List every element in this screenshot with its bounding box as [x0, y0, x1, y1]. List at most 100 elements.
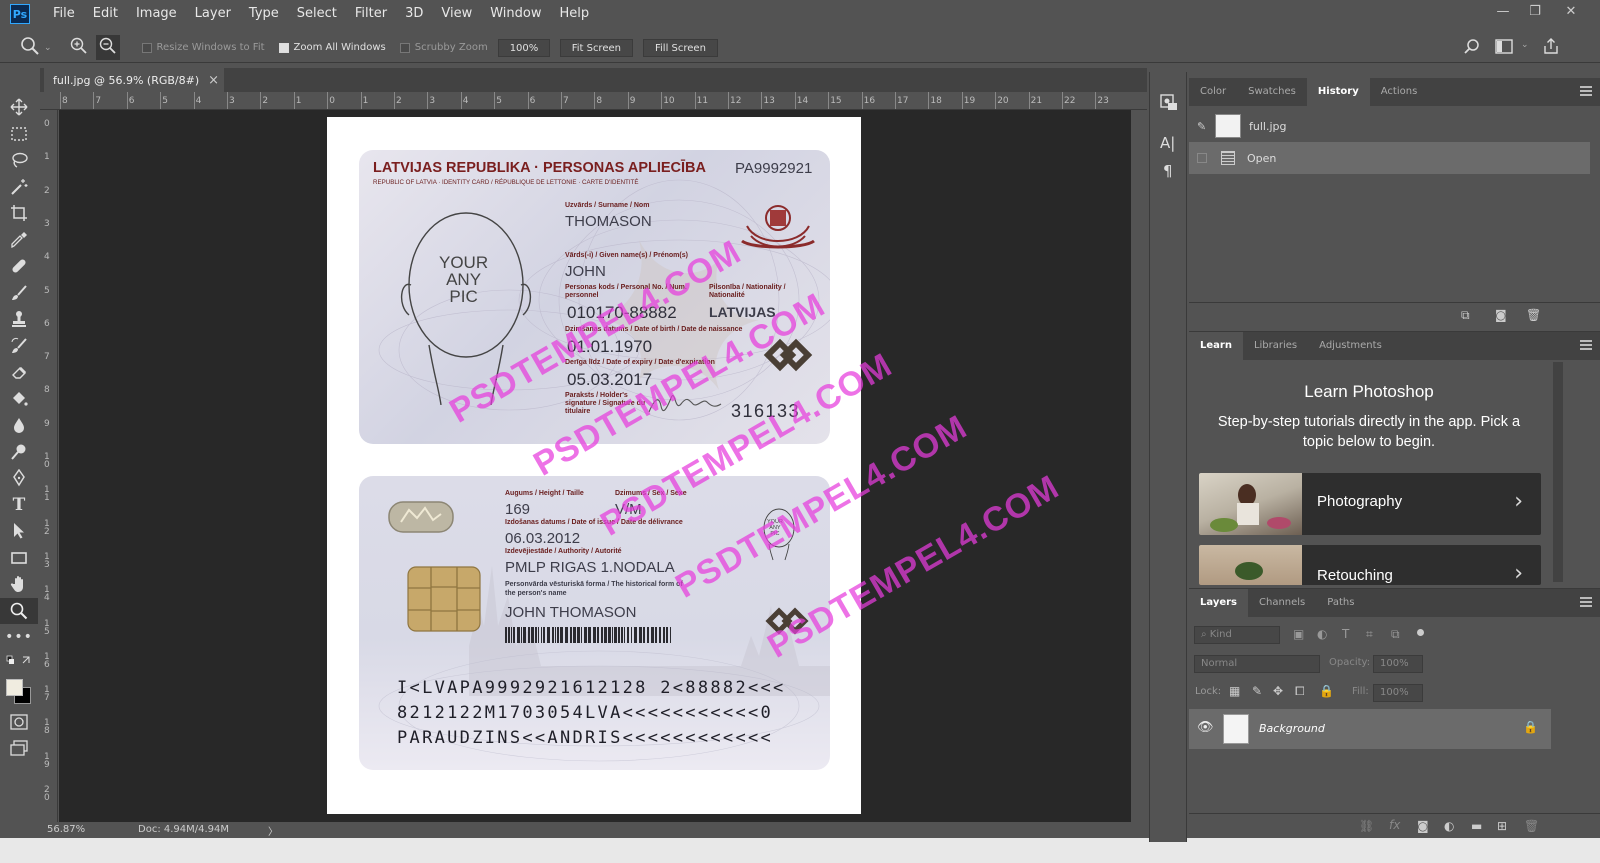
fit-screen-button[interactable]: Fit Screen [559, 38, 633, 57]
marquee-tool-icon[interactable] [0, 121, 38, 148]
step-checkbox[interactable] [1197, 153, 1207, 163]
more-tools-icon[interactable]: ••• [0, 624, 38, 651]
lock-image-icon[interactable]: ✎ [1252, 684, 1262, 698]
panel-menu-icon[interactable] [1580, 340, 1592, 350]
chevron-down-icon[interactable]: ⌄ [44, 43, 52, 53]
history-brush-tool-icon[interactable] [0, 333, 38, 360]
path-selection-tool-icon[interactable] [0, 518, 38, 545]
swap-colors-icon[interactable] [0, 651, 38, 671]
eyedropper-tool-icon[interactable] [0, 227, 38, 254]
menu-view[interactable]: View [432, 0, 481, 28]
stamp-tool-icon[interactable] [0, 306, 38, 333]
type-tool-icon[interactable]: T [0, 492, 38, 519]
eye-visibility-icon[interactable]: 👁 [1197, 720, 1214, 735]
tab-swatches[interactable]: Swatches [1237, 78, 1307, 106]
magic-wand-tool-icon[interactable] [0, 174, 38, 201]
type-filter-icon[interactable]: T [1342, 627, 1349, 641]
add-mask-icon[interactable]: ◙ [1417, 819, 1429, 833]
foreground-color-swatch[interactable] [6, 678, 23, 696]
link-layers-icon[interactable]: ⛓ [1359, 819, 1374, 833]
panel-menu-icon[interactable] [1580, 597, 1592, 607]
lock-artboard-icon[interactable]: ⧠ [1295, 684, 1305, 699]
learn-scrollbar[interactable] [1553, 362, 1563, 582]
layer-row-background[interactable]: 👁 Background 🔒 [1189, 709, 1551, 749]
zoom-level-readout[interactable]: 56.87% [47, 824, 85, 835]
libraries-panel-icon[interactable] [1159, 92, 1179, 115]
tab-libraries[interactable]: Libraries [1243, 332, 1308, 360]
close-window-button[interactable]: ✕ [1556, 0, 1586, 24]
menu-type[interactable]: Type [240, 0, 288, 28]
tab-learn[interactable]: Learn [1189, 332, 1243, 360]
tab-layers[interactable]: Layers [1189, 589, 1248, 617]
zoom-out-icon[interactable] [95, 35, 120, 60]
fill-screen-button[interactable]: Fill Screen [642, 38, 718, 57]
tab-paths[interactable]: Paths [1316, 589, 1365, 617]
zoom-value-field[interactable]: 100% [497, 38, 550, 57]
trash-icon[interactable]: 🗑 [1526, 308, 1541, 322]
lock-transparent-icon[interactable]: ▦ [1229, 684, 1240, 698]
paint-bucket-tool-icon[interactable] [0, 386, 38, 413]
adjustment-filter-icon[interactable]: ◐ [1317, 627, 1327, 641]
new-document-from-state-icon[interactable]: ⧉ [1461, 308, 1470, 323]
healing-brush-tool-icon[interactable] [0, 253, 38, 280]
resize-windows-checkbox[interactable]: Resize Windows to Fit [141, 42, 265, 53]
quick-mask-icon[interactable] [0, 709, 38, 736]
paragraph-panel-icon[interactable]: ¶ [1163, 162, 1173, 180]
menu-window[interactable]: Window [481, 0, 550, 28]
new-group-icon[interactable]: ▬ [1471, 819, 1482, 833]
history-brush-source-icon[interactable]: ✎ [1197, 120, 1215, 133]
blur-tool-icon[interactable] [0, 412, 38, 439]
eraser-tool-icon[interactable] [0, 359, 38, 386]
canvas-area[interactable]: LATVIJAS REPUBLIKA · PERSONAS APLIECĪBA … [59, 110, 1131, 822]
restore-button[interactable]: ❐ [1520, 0, 1550, 24]
menu-select[interactable]: Select [288, 0, 346, 28]
workspace-icon[interactable] [1495, 39, 1515, 58]
crop-tool-icon[interactable] [0, 200, 38, 227]
pen-tool-icon[interactable] [0, 465, 38, 492]
trash-icon[interactable]: 🗑 [1524, 819, 1539, 833]
filter-toggle-icon[interactable] [1417, 629, 1424, 636]
smart-object-filter-icon[interactable]: ⧉ [1391, 627, 1400, 642]
tab-history[interactable]: History [1306, 78, 1370, 106]
menu-filter[interactable]: Filter [346, 0, 396, 28]
search-icon[interactable] [1463, 38, 1481, 59]
zoom-all-windows-checkbox[interactable]: Zoom All Windows [278, 42, 386, 53]
move-tool-icon[interactable] [0, 94, 38, 121]
zoom-in-icon[interactable] [70, 37, 88, 58]
history-step-row[interactable]: Open [1189, 142, 1590, 174]
panel-menu-icon[interactable] [1580, 86, 1592, 96]
share-icon[interactable] [1542, 37, 1560, 58]
pixel-filter-icon[interactable]: ▣ [1293, 627, 1304, 641]
tab-color[interactable]: Color [1189, 78, 1237, 106]
menu-help[interactable]: Help [551, 0, 599, 28]
chevron-down-icon[interactable]: ⌄ [1521, 40, 1529, 50]
menu-file[interactable]: File [44, 0, 84, 28]
fill-field[interactable]: 100% [1373, 684, 1423, 702]
camera-icon[interactable]: ◙ [1495, 308, 1507, 322]
fx-icon[interactable]: fx [1389, 818, 1400, 832]
minimize-button[interactable]: — [1488, 0, 1518, 24]
rectangle-tool-icon[interactable] [0, 545, 38, 572]
history-snapshot-row[interactable]: ✎ full.jpg [1189, 110, 1600, 142]
status-menu-arrow-icon[interactable]: 〉 [268, 823, 278, 838]
scrubby-zoom-checkbox[interactable]: Scrubby Zoom [399, 42, 488, 53]
layer-kind-filter[interactable]: ⌕ Kind [1194, 626, 1280, 644]
tutorial-card-photography[interactable]: Photography › [1199, 473, 1541, 535]
close-tab-icon[interactable]: × [208, 73, 219, 88]
character-panel-icon[interactable]: A| [1160, 134, 1175, 152]
zoom-tool-icon[interactable] [20, 36, 40, 59]
shape-filter-icon[interactable]: ⌗ [1366, 627, 1373, 642]
zoom-tool-icon[interactable] [0, 597, 38, 624]
menu-layer[interactable]: Layer [186, 0, 240, 28]
tab-channels[interactable]: Channels [1248, 589, 1316, 617]
menu-edit[interactable]: Edit [84, 0, 127, 28]
new-layer-icon[interactable]: ⊞ [1497, 819, 1507, 833]
document-tab[interactable]: full.jpg @ 56.9% (RGB/8#) × [44, 68, 224, 92]
screen-mode-icon[interactable] [0, 735, 38, 762]
color-swatches[interactable] [0, 671, 38, 709]
menu-3d[interactable]: 3D [396, 0, 432, 28]
menu-image[interactable]: Image [127, 0, 186, 28]
hand-tool-icon[interactable] [0, 571, 38, 598]
adjustment-layer-icon[interactable]: ◐ [1444, 819, 1454, 833]
brush-tool-icon[interactable] [0, 280, 38, 307]
